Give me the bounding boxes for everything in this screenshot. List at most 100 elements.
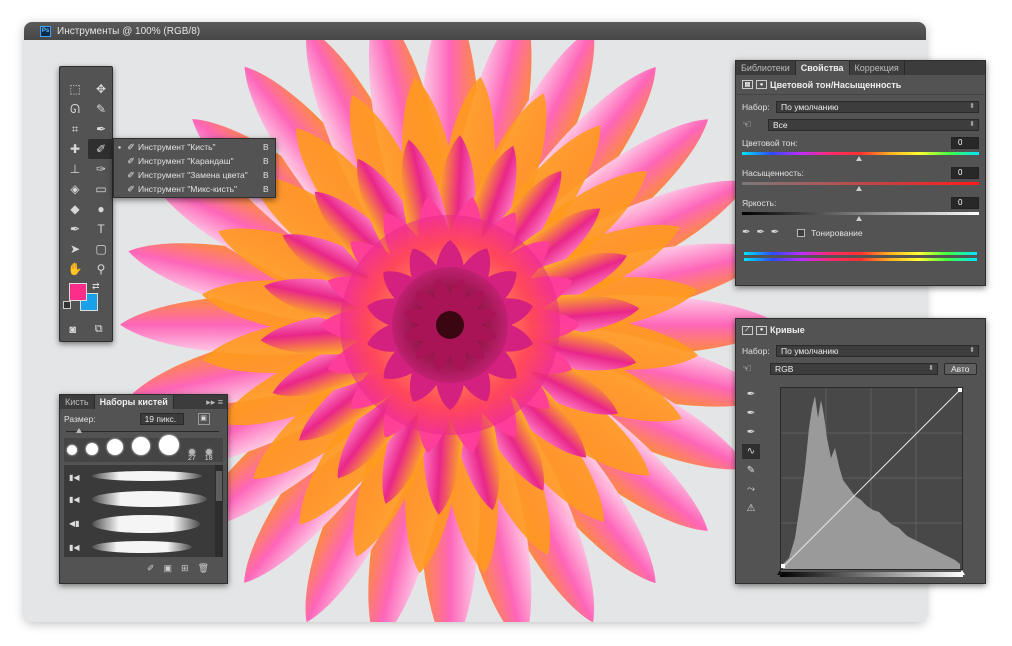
- photoshop-logo-icon: Ps: [40, 25, 51, 37]
- size-slider[interactable]: [66, 428, 219, 433]
- mode-row: ◙ ⧉: [60, 323, 112, 336]
- zoom-tool-icon[interactable]: ⚲: [88, 259, 114, 279]
- eraser-tool-icon[interactable]: ◈: [62, 179, 88, 199]
- white-input-slider[interactable]: [959, 570, 965, 575]
- default-colors-icon[interactable]: [63, 301, 71, 309]
- preset-select[interactable]: По умолчанию: [776, 101, 979, 113]
- saturation-slider-thumb[interactable]: [856, 186, 862, 191]
- brush-stroke-preview[interactable]: [92, 491, 207, 507]
- black-input-slider[interactable]: [777, 570, 783, 575]
- tab-libraries[interactable]: Библиотеки: [736, 61, 796, 75]
- brush-tool-icon[interactable]: ✐: [88, 139, 114, 159]
- hue-value-field[interactable]: 0: [951, 137, 979, 149]
- hue-slider-thumb[interactable]: [856, 156, 862, 161]
- adjustment-layer-icon[interactable]: ▤: [742, 80, 753, 89]
- tab-adjustments[interactable]: Коррекция: [850, 61, 905, 75]
- brush-tip[interactable]: [86, 443, 98, 462]
- toggle-brush-panel-icon[interactable]: ✐: [147, 563, 155, 574]
- curves-graph[interactable]: [780, 387, 963, 570]
- black-point-eyedropper-icon[interactable]: ✒: [742, 387, 760, 402]
- move-tool-icon[interactable]: ✥: [88, 79, 114, 99]
- shape-tool-icon[interactable]: ▢: [88, 239, 114, 259]
- quick-mask-icon[interactable]: ◙: [69, 324, 76, 336]
- brush-tip[interactable]: [107, 439, 123, 462]
- curves-channel-select[interactable]: RGB: [770, 362, 938, 375]
- brush-tip[interactable]: [132, 437, 150, 462]
- healing-tool-icon[interactable]: ✚: [62, 139, 88, 159]
- foreground-color-swatch[interactable]: [69, 283, 87, 301]
- brush-tip-18[interactable]: 18: [205, 449, 213, 462]
- gray-point-eyedropper-icon[interactable]: ✒: [742, 406, 760, 421]
- mixer-brush-icon: ✐: [127, 183, 135, 194]
- type-tool-icon[interactable]: T: [88, 219, 114, 239]
- brush-icon: ✐: [127, 141, 135, 152]
- flyout-item[interactable]: ▪ ✐ Инструмент "Кисть" B: [114, 140, 275, 154]
- targeted-adjust-icon[interactable]: ☜: [742, 118, 768, 131]
- tab-brush-presets[interactable]: Наборы кистей: [94, 395, 174, 409]
- auto-button[interactable]: Авто: [944, 362, 977, 375]
- source-spectrum-bar: [744, 252, 977, 255]
- eyedropper-plus-icon[interactable]: ✒: [756, 227, 764, 238]
- swap-colors-icon[interactable]: ⇄: [92, 281, 100, 292]
- lasso-tool-icon[interactable]: ᘏ: [62, 99, 88, 119]
- dodge-tool-icon[interactable]: ●: [88, 199, 114, 219]
- curves-preset-select[interactable]: По умолчанию: [776, 345, 979, 357]
- eyedropper-tool-icon[interactable]: ✒: [88, 119, 114, 139]
- path-select-tool-icon[interactable]: ➤: [62, 239, 88, 259]
- stamp-tool-icon[interactable]: ⊥: [62, 159, 88, 179]
- mask-icon[interactable]: ●: [756, 325, 767, 335]
- lightness-slider-thumb[interactable]: [856, 216, 862, 221]
- size-field[interactable]: 19 пикс.: [139, 413, 184, 425]
- eyedropper-minus-icon[interactable]: ✒: [771, 227, 779, 238]
- pen-tool-icon[interactable]: ✒: [62, 219, 88, 239]
- colorize-label: Тонирование: [811, 227, 863, 238]
- tab-brush[interactable]: Кисть: [60, 395, 95, 409]
- targeted-adjust-icon[interactable]: ☜: [742, 362, 770, 375]
- brush-tip-27[interactable]: 27: [188, 449, 196, 462]
- white-point-eyedropper-icon[interactable]: ✒: [742, 425, 760, 440]
- history-brush-tool-icon[interactable]: ✑: [88, 159, 114, 179]
- blur-tool-icon[interactable]: ◆: [62, 199, 88, 219]
- mask-icon[interactable]: ●: [756, 80, 767, 89]
- brush-list-scrollbar[interactable]: [215, 465, 223, 557]
- size-slider-thumb[interactable]: [76, 428, 82, 433]
- brush-tip[interactable]: [67, 445, 77, 462]
- window-titlebar[interactable]: Ps Инструменты @ 100% (RGB/8): [24, 22, 926, 40]
- curves-layer-icon[interactable]: ⟋: [742, 325, 753, 335]
- lightness-label: Яркость:: [742, 198, 777, 208]
- marquee-tool-icon[interactable]: ⬚: [62, 79, 88, 99]
- tab-properties[interactable]: Свойства: [795, 61, 850, 75]
- pencil-draw-icon[interactable]: ✎: [742, 463, 760, 478]
- lightness-value-field[interactable]: 0: [951, 197, 979, 209]
- hue-slider[interactable]: [742, 152, 979, 161]
- brush-stroke-preview[interactable]: [92, 515, 200, 533]
- flyout-item[interactable]: ✐ Инструмент "Микс-кисть" B: [114, 182, 275, 196]
- flyout-item[interactable]: ✐ Инструмент "Карандаш" B: [114, 154, 275, 168]
- flyout-item[interactable]: ✐ Инструмент "Замена цвета" B: [114, 168, 275, 182]
- crop-tool-icon[interactable]: ⌗: [62, 119, 88, 139]
- delete-icon[interactable]: 🗑: [198, 563, 209, 574]
- panel-menu-icon[interactable]: ▸▸ ≡: [206, 395, 227, 409]
- brush-stroke-preview[interactable]: [92, 471, 202, 481]
- lightness-slider[interactable]: [742, 212, 979, 221]
- smooth-curve-icon[interactable]: ⤳: [742, 482, 760, 497]
- channel-select[interactable]: Все: [768, 118, 979, 131]
- colorize-checkbox[interactable]: [797, 228, 806, 237]
- tools-panel: ⬚ ✥ ᘏ ✎ ⌗ ✒ ✚ ✐ ⊥ ✑ ◈ ▭ ◆ ● ✒ T ➤ ▢ ✋ ⚲ ⇄ ◙ ⧉: [59, 66, 114, 342]
- hand-tool-icon[interactable]: ✋: [62, 259, 88, 279]
- new-brush-icon[interactable]: ⊞: [181, 563, 189, 574]
- curve-edit-icon[interactable]: ∿: [742, 444, 760, 459]
- new-preset-icon[interactable]: ▣: [197, 413, 210, 425]
- brush-tip[interactable]: [159, 435, 179, 462]
- saturation-slider[interactable]: [742, 182, 979, 191]
- flyout-item-label: Инструмент "Карандаш": [138, 156, 234, 166]
- eyedropper-icon[interactable]: ✒: [742, 227, 750, 238]
- brush-settings-icon[interactable]: ▣: [164, 563, 173, 574]
- saturation-value-field[interactable]: 0: [951, 167, 979, 179]
- gradient-tool-icon[interactable]: ▭: [88, 179, 114, 199]
- screen-mode-icon[interactable]: ⧉: [95, 323, 103, 336]
- quick-select-tool-icon[interactable]: ✎: [88, 99, 114, 119]
- clipping-warning-icon[interactable]: ⚠: [742, 501, 760, 516]
- brush-stroke-preview[interactable]: [92, 541, 192, 553]
- flyout-item-label: Инструмент "Замена цвета": [138, 170, 248, 180]
